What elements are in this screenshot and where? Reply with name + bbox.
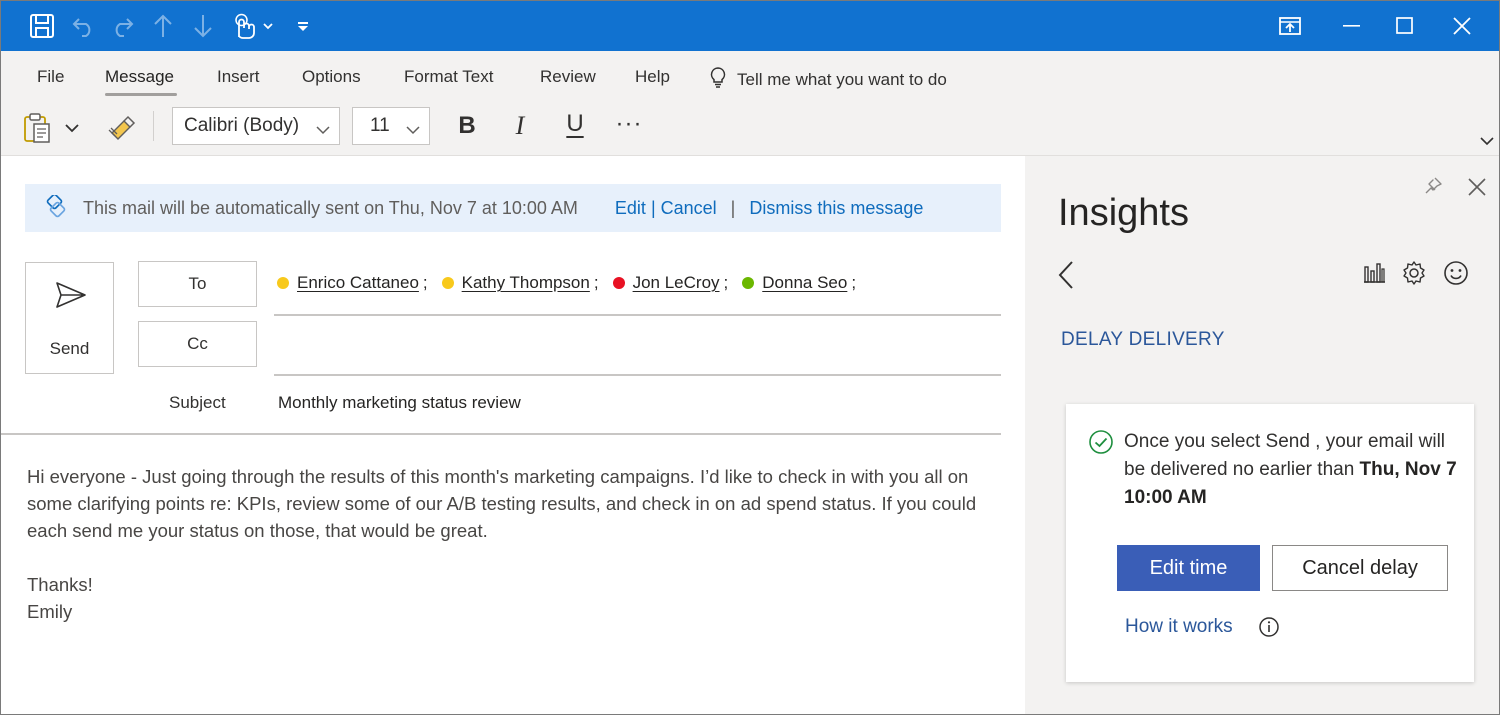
paste-dropdown-chevron-icon[interactable] [61,117,83,139]
tell-me-label: Tell me what you want to do [737,69,947,89]
customize-toolbar-icon[interactable] [291,11,315,41]
down-arrow-icon[interactable] [188,11,218,41]
back-chevron-icon[interactable] [1057,260,1075,295]
tab-message[interactable]: Message [105,66,174,90]
pin-icon[interactable] [1423,176,1443,201]
recipient-separator: ; [593,273,599,292]
away-status-icon [441,277,454,289]
send-label: Send [49,339,90,358]
active-tab-indicator [105,93,177,96]
redo-icon[interactable] [107,11,137,41]
recipient-separator: ; [422,273,428,292]
cc-button[interactable]: Cc [138,321,257,367]
recipient-name[interactable]: Kathy Thompson [462,273,590,293]
recipient-chip[interactable]: Enrico Cattaneo; [277,273,428,293]
title-bar [1,1,1499,51]
touch-mode-icon[interactable] [229,11,275,41]
recipient-chip[interactable]: Donna Seo; [742,273,856,293]
to-field[interactable]: Enrico Cattaneo; Kathy Thompson; Jon LeC… [277,273,870,293]
away-status-icon [277,277,289,289]
recipient-separator: ; [723,273,729,292]
how-it-works-link[interactable]: How it works [1125,616,1233,638]
font-size-value: 11 [370,115,390,136]
subject-underline [1,433,1001,435]
tab-format-text[interactable]: Format Text [404,66,493,90]
font-name-dropdown[interactable]: Calibri (Body) [172,107,340,145]
message-body[interactable]: Hi everyone - Just going through the res… [27,463,997,625]
tell-me-search[interactable]: Tell me what you want to do [709,66,947,93]
underline-button[interactable]: U [560,107,590,141]
section-title: DELAY DELIVERY [1061,329,1225,350]
edit-time-button[interactable]: Edit time [1117,545,1260,591]
recipient-name[interactable]: Enrico Cattaneo [297,273,419,293]
chart-icon[interactable] [1362,260,1386,289]
insights-pane: Insights DELAY DELIVERY Once you select … [1025,156,1499,714]
send-button[interactable]: Send [25,262,114,374]
infobar-cancel-link[interactable]: Cancel [661,198,717,219]
chevron-down-icon [316,119,330,141]
lightbulb-icon [709,66,727,93]
more-options-button[interactable]: ··· [611,107,647,141]
subject-input[interactable]: Monthly marketing status review [278,393,521,413]
close-pane-icon[interactable] [1467,177,1487,202]
send-icon [55,281,87,314]
tab-file[interactable]: File [37,66,64,90]
infobar-separator: | [650,197,656,218]
save-icon[interactable] [27,11,57,41]
tab-options[interactable]: Options [302,66,361,90]
smiley-feedback-icon[interactable] [1443,260,1469,291]
cc-field-underline [274,374,1001,376]
tab-insert[interactable]: Insert [217,66,260,90]
subject-label: Subject [169,393,226,412]
available-status-icon [742,277,755,289]
check-circle-icon [1088,429,1114,460]
infobar-separator: | [730,197,736,218]
toolbar-separator [153,111,154,141]
body-paragraph: Hi everyone - Just going through the res… [27,466,982,541]
italic-button[interactable]: I [505,109,535,143]
delay-link-icon [43,195,69,221]
delayed-send-infobar: This mail will be automatically sent on … [25,184,1001,232]
font-size-dropdown[interactable]: 11 [352,107,430,145]
delivery-info-text: Once you select Send , your email will b… [1124,428,1464,512]
pane-title: Insights [1058,192,1189,234]
format-painter-icon[interactable] [104,111,138,143]
compose-area: This mail will be automatically sent on … [1,156,1025,714]
ribbon: File Message Insert Options Format Text … [1,51,1499,156]
body-signature: Emily [27,601,73,622]
collapse-ribbon-icon[interactable] [1477,133,1497,149]
delay-delivery-card: Once you select Send , your email will b… [1066,404,1474,682]
infobar-message: This mail will be automatically sent on … [83,197,578,218]
outlook-compose-window: File Message Insert Options Format Text … [0,0,1500,715]
to-button[interactable]: To [138,261,257,307]
body-signoff: Thanks! [27,574,93,595]
maximize-icon[interactable] [1390,11,1420,41]
restore-window-icon[interactable] [1275,11,1305,41]
cancel-delay-button[interactable]: Cancel delay [1272,545,1448,591]
tab-help[interactable]: Help [635,66,670,90]
busy-status-icon [612,277,625,289]
minimize-icon[interactable] [1337,11,1367,41]
recipient-separator: ; [851,273,857,292]
up-arrow-icon[interactable] [148,11,178,41]
to-field-underline [274,314,1001,316]
bold-button[interactable]: B [452,109,482,143]
paste-icon[interactable] [19,111,55,145]
cc-field[interactable] [274,326,1001,372]
font-name-value: Calibri (Body) [184,115,300,136]
info-icon[interactable] [1258,616,1280,643]
infobar-dismiss-link[interactable]: Dismiss this message [749,198,923,219]
chevron-down-icon [406,119,420,141]
tab-review[interactable]: Review [540,66,596,90]
close-icon[interactable] [1447,11,1477,41]
gear-icon[interactable] [1401,260,1427,291]
undo-icon[interactable] [69,11,99,41]
recipient-chip[interactable]: Jon LeCroy; [612,273,729,293]
recipient-name[interactable]: Jon LeCroy [633,273,720,293]
recipient-name[interactable]: Donna Seo [762,273,847,293]
infobar-edit-link[interactable]: Edit [615,198,646,219]
recipient-chip[interactable]: Kathy Thompson; [441,273,599,293]
